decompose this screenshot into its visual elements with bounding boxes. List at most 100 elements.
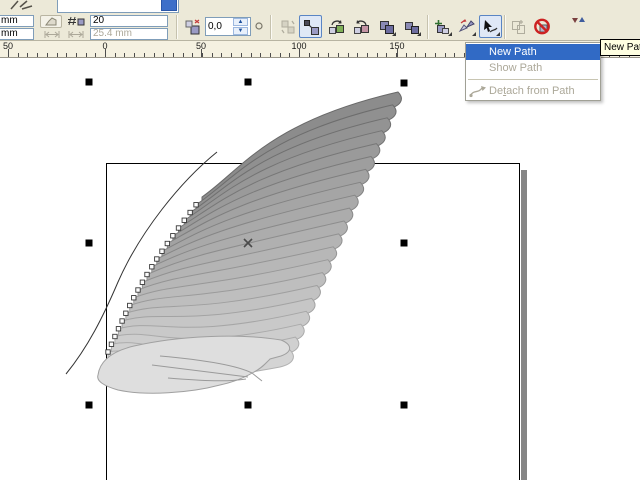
- object-size-field-x[interactable]: mm: [0, 15, 34, 27]
- ruler-tick: [425, 53, 426, 57]
- object-size-field-y[interactable]: mm: [0, 28, 34, 40]
- clear-blend-icon: [533, 18, 551, 35]
- selection-handle[interactable]: [86, 79, 93, 86]
- copy-blend-properties-icon: [510, 19, 527, 35]
- node-handle[interactable]: [113, 334, 117, 338]
- ruler-tick: [163, 53, 164, 57]
- ruler-tick: [367, 53, 368, 57]
- page-shadow: [521, 170, 527, 480]
- menu-item-label: Show Path: [489, 62, 542, 74]
- blend-spacing-icon: [68, 30, 84, 39]
- counterclockwise-blend-button[interactable]: [350, 15, 373, 38]
- blend-spacing-input[interactable]: 25.4 mm: [90, 28, 168, 40]
- ruler-tick: [289, 53, 290, 57]
- node-handle[interactable]: [145, 272, 149, 276]
- indicator-button[interactable]: [40, 15, 62, 28]
- ruler-tick: [47, 53, 48, 57]
- ruler-label: 100: [291, 41, 306, 51]
- ruler-tick: [37, 53, 38, 57]
- node-handle[interactable]: [171, 234, 175, 238]
- blend-steps-input[interactable]: 20: [90, 15, 168, 27]
- selection-handle[interactable]: [401, 240, 408, 247]
- fuse-blend-icon: [280, 19, 296, 35]
- node-handle[interactable]: [120, 319, 124, 323]
- node-handle[interactable]: [128, 303, 132, 307]
- ruler-tick: [18, 53, 19, 57]
- clear-blend-button[interactable]: [530, 15, 553, 38]
- spin-down-icon: [572, 16, 578, 24]
- selection-handle[interactable]: [86, 240, 93, 247]
- ruler-tick: [377, 53, 378, 57]
- ruler-tick: [348, 53, 349, 57]
- node-handle[interactable]: [140, 280, 144, 284]
- clockwise-blend-icon: [328, 19, 345, 35]
- node-handle[interactable]: [116, 327, 120, 331]
- ruler-tick: [280, 53, 281, 57]
- clockwise-blend-button[interactable]: [325, 15, 348, 38]
- direct-blend-button[interactable]: [299, 15, 322, 38]
- ruler-tick: [406, 53, 407, 57]
- menu-item-new-path[interactable]: New Path: [466, 44, 600, 60]
- toolbar-combo-partial[interactable]: [57, 0, 179, 13]
- node-handle[interactable]: [165, 241, 169, 245]
- ruler-tick: [173, 53, 174, 57]
- ruler-tick: [57, 53, 58, 57]
- ruler-tick: [318, 53, 319, 57]
- drawing-canvas[interactable]: [0, 58, 640, 480]
- direct-blend-icon: [303, 19, 319, 35]
- node-handle[interactable]: [176, 226, 180, 230]
- color-acceleration-icon: [403, 19, 420, 35]
- node-handle[interactable]: [150, 265, 154, 269]
- path-properties-button[interactable]: [479, 15, 502, 38]
- node-handle[interactable]: [106, 350, 110, 354]
- loop-blend-icon[interactable]: [255, 22, 263, 30]
- toolbar-separator: [176, 15, 178, 39]
- toolbar-separator: [504, 15, 506, 39]
- blend-steps-icon: [68, 16, 86, 27]
- fuse-blend-button[interactable]: [276, 15, 299, 38]
- selection-handle[interactable]: [401, 402, 408, 409]
- ruler-tick: [115, 53, 116, 57]
- start-end-objects-button[interactable]: [431, 15, 454, 38]
- node-handle[interactable]: [109, 342, 113, 346]
- ruler-tick: [27, 53, 28, 57]
- node-handle[interactable]: [155, 257, 159, 261]
- object-acceleration-button[interactable]: [375, 15, 398, 38]
- selection-handle[interactable]: [401, 80, 408, 87]
- ruler-tick: [357, 53, 358, 57]
- selection-handle[interactable]: [245, 79, 252, 86]
- menu-item-detach-from-path[interactable]: Detach from Path: [466, 83, 600, 99]
- ruler-tick: [445, 53, 446, 57]
- spacing-lock-icon: [44, 30, 60, 39]
- combo-dropdown-button[interactable]: [161, 0, 177, 11]
- app-window: mm mm 20 25.4 mm: [0, 0, 640, 480]
- path-flyout-icon: [458, 19, 476, 35]
- steps-spinner[interactable]: [572, 16, 585, 24]
- tooltip: New Path: [600, 39, 640, 56]
- node-handle[interactable]: [124, 311, 128, 315]
- path-properties-icon: [482, 19, 499, 35]
- ruler-tick: [454, 53, 455, 57]
- selection-handle[interactable]: [245, 402, 252, 409]
- menu-separator: [468, 79, 598, 80]
- menu-item-show-path[interactable]: Show Path: [466, 60, 600, 76]
- corner-shape-icon: [45, 17, 57, 26]
- menu-item-label: Detach from Path: [489, 85, 575, 97]
- node-handle[interactable]: [132, 296, 136, 300]
- copy-blend-properties-button[interactable]: [507, 15, 530, 38]
- node-handle[interactable]: [188, 210, 192, 214]
- node-handle[interactable]: [194, 203, 198, 207]
- ruler-tick: [435, 53, 436, 57]
- node-handle[interactable]: [160, 249, 164, 253]
- node-handle[interactable]: [182, 218, 186, 222]
- color-acceleration-button[interactable]: [400, 15, 423, 38]
- selection-handle[interactable]: [86, 402, 93, 409]
- path-flyout-button[interactable]: [455, 15, 478, 38]
- ruler-tick: [134, 53, 135, 57]
- ruler-tick: [154, 53, 155, 57]
- node-handle[interactable]: [136, 288, 140, 292]
- ruler-tick: [241, 53, 242, 57]
- ruler-tick: [328, 53, 329, 57]
- standard-toolbar-partial: [0, 0, 640, 13]
- direction-spinner[interactable]: ▲ ▼: [233, 18, 248, 33]
